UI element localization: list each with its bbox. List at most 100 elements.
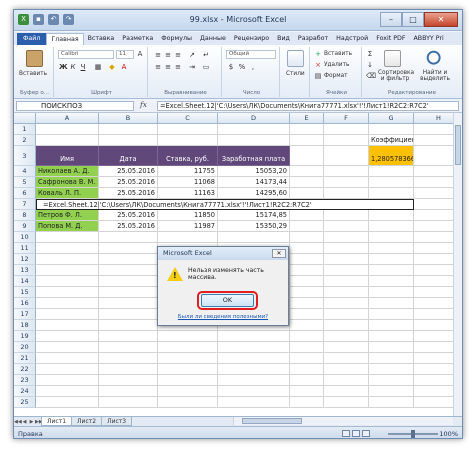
grid-cell[interactable] [36,309,99,320]
grid-cell[interactable] [36,276,99,287]
grid-cell[interactable] [218,342,290,353]
name-cell[interactable]: Попова М. Д. [36,221,99,232]
grid-cell[interactable] [36,265,99,276]
grid-cell[interactable] [290,375,324,386]
date-cell[interactable]: 25.05.2016 [99,221,158,232]
row-header-8[interactable]: 8 [14,210,36,221]
grid-cell[interactable] [290,135,324,146]
grid-cell[interactable] [158,232,218,243]
grid-cell[interactable] [218,397,290,408]
percent-icon[interactable]: % [238,63,246,71]
table-header-cell[interactable]: Имя [36,146,99,166]
column-header-f[interactable]: F [324,113,369,124]
format-cells-icon[interactable]: ▤ [314,72,322,80]
align-middle-icon[interactable]: ≡ [164,51,172,59]
zoom-slider[interactable] [388,430,438,438]
grid-cell[interactable] [324,320,369,331]
number-format-select[interactable]: Общий [226,50,276,59]
insert-function-icon[interactable]: fx [140,100,157,111]
grid-cell[interactable] [324,146,369,166]
grid-cell[interactable] [158,386,218,397]
grid-cell[interactable] [324,331,369,342]
grid-cell[interactable] [99,342,158,353]
select-all-corner[interactable] [14,113,36,124]
grid-cell[interactable] [324,353,369,364]
orientation-icon[interactable]: ↗ [188,51,196,59]
format-cells-label[interactable]: Формат [324,73,348,79]
row-header-3[interactable]: 3 [14,146,36,166]
grid-cell[interactable] [369,276,414,287]
grid-cell[interactable] [99,276,158,287]
grid-cell[interactable] [36,320,99,331]
sort-filter-icon[interactable] [384,50,401,67]
grid-cell[interactable] [369,397,414,408]
grid-cell[interactable] [324,210,369,221]
grid-cell[interactable] [369,254,414,265]
grid-cell[interactable] [324,188,369,199]
column-header-g[interactable]: G [369,113,414,124]
array-formula-cell[interactable]: =Excel.Sheet.12|'C:\Users\ЛК\Documents\К… [36,199,414,210]
font-size-select[interactable]: 11 [116,50,134,59]
grid-cell[interactable] [290,221,324,232]
paste-icon[interactable] [26,50,43,67]
fill-color-icon[interactable]: ◆ [108,63,116,71]
grid-cell[interactable] [369,386,414,397]
grid-cell[interactable] [290,331,324,342]
grid-cell[interactable] [99,135,158,146]
salary-cell[interactable]: 15350,29 [218,221,290,232]
grid-cell[interactable] [99,243,158,254]
minimize-button[interactable]: – [380,12,402,27]
name-box[interactable]: ПОИСКПОЗ [16,101,134,111]
align-top-icon[interactable]: ≡ [154,51,162,59]
styles-label[interactable]: Стили [286,71,305,77]
table-header-cell[interactable]: Ставка, руб. [158,146,218,166]
grid-cell[interactable] [99,124,158,135]
insert-cells-label[interactable]: Вставить [324,51,352,57]
sheet-tab-1[interactable]: Лист1 [41,417,73,426]
tab-insert[interactable]: Вставка [84,33,119,45]
grid-cell[interactable] [158,331,218,342]
grid-cell[interactable] [369,342,414,353]
row-header-25[interactable]: 25 [14,397,36,408]
grid-cell[interactable] [218,232,290,243]
grid-cell[interactable] [158,124,218,135]
grid-cell[interactable] [290,124,324,135]
grid-cell[interactable] [324,177,369,188]
sheet-tab-3[interactable]: Лист3 [101,417,133,426]
row-header-9[interactable]: 9 [14,221,36,232]
grid-cell[interactable] [324,298,369,309]
grid-cell[interactable] [369,166,414,177]
grid-cell[interactable] [99,353,158,364]
page-layout-view-icon[interactable] [352,430,360,437]
row-header-11[interactable]: 11 [14,243,36,254]
grid-cell[interactable] [324,221,369,232]
zoom-slider-knob[interactable] [411,430,415,438]
tab-addins[interactable]: Надстрой [332,33,372,45]
tab-review[interactable]: Рецензиро [230,33,273,45]
sheet-tab-2[interactable]: Лист2 [71,417,103,426]
rate-cell[interactable]: 11987 [158,221,218,232]
grid-cell[interactable] [290,146,324,166]
table-header-cell[interactable]: Заработная плата [218,146,290,166]
grid-cell[interactable] [290,210,324,221]
tab-developer[interactable]: Разработ [294,33,332,45]
styles-icon[interactable] [287,50,304,67]
column-header-d[interactable]: D [218,113,290,124]
grid-cell[interactable] [36,342,99,353]
row-header-1[interactable]: 1 [14,124,36,135]
grid-cell[interactable] [369,221,414,232]
grid-cell[interactable] [290,320,324,331]
row-header-24[interactable]: 24 [14,386,36,397]
grid-cell[interactable] [36,124,99,135]
grid-cell[interactable] [324,364,369,375]
grid-cell[interactable] [218,331,290,342]
vertical-scrollbar[interactable] [453,113,462,416]
align-left-icon[interactable]: ≡ [154,63,162,71]
grid-cell[interactable] [218,386,290,397]
borders-icon[interactable]: ▦ [94,63,102,71]
row-header-17[interactable]: 17 [14,309,36,320]
row-header-10[interactable]: 10 [14,232,36,243]
grid-cell[interactable] [290,254,324,265]
grid-cell[interactable] [218,375,290,386]
horizontal-scroll-thumb[interactable] [242,418,302,424]
